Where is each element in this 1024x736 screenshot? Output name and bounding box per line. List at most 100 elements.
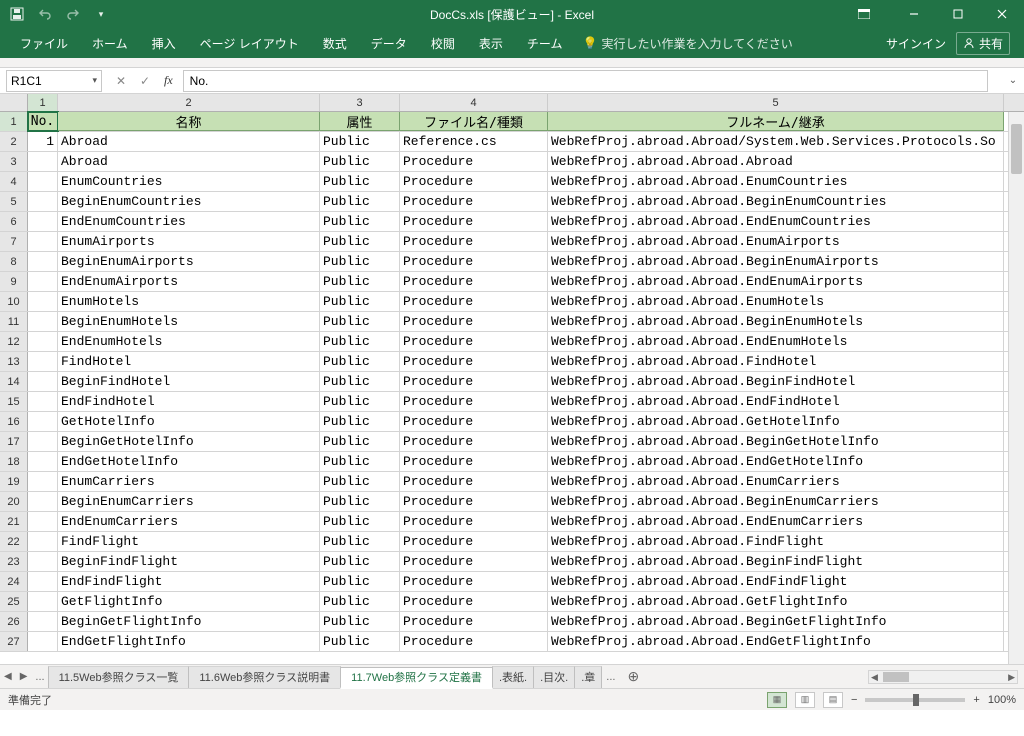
cell[interactable]: ファイル名/種類	[400, 112, 548, 131]
row-header[interactable]: 11	[0, 312, 28, 331]
row-header[interactable]: 19	[0, 472, 28, 491]
zoom-slider[interactable]	[865, 698, 965, 702]
cell[interactable]: Procedure	[400, 312, 548, 331]
cell[interactable]: WebRefProj.abroad.Abroad.EndEnumCountrie…	[548, 212, 1004, 231]
cell[interactable]: Public	[320, 412, 400, 431]
sheet-tab-active[interactable]: 11.7Web参照クラス定義書	[340, 667, 493, 689]
tab-overflow-left[interactable]: ...	[31, 671, 48, 683]
cell[interactable]	[28, 552, 58, 571]
cell-active[interactable]: No.	[28, 112, 58, 131]
cell[interactable]	[28, 192, 58, 211]
cell[interactable]: Abroad	[58, 132, 320, 151]
cell[interactable]: EndEnumCarriers	[58, 512, 320, 531]
cell[interactable]: Procedure	[400, 352, 548, 371]
row-header[interactable]: 2	[0, 132, 28, 151]
scrollbar-thumb[interactable]	[1011, 124, 1022, 174]
cell[interactable]: BeginEnumHotels	[58, 312, 320, 331]
redo-icon[interactable]	[62, 3, 84, 25]
cell[interactable]: Procedure	[400, 452, 548, 471]
tell-me-search[interactable]: 💡 実行したい作業を入力してください	[574, 35, 800, 52]
cell[interactable]	[28, 592, 58, 611]
row-header[interactable]: 8	[0, 252, 28, 271]
cell[interactable]: Procedure	[400, 152, 548, 171]
cell[interactable]: Procedure	[400, 332, 548, 351]
cell[interactable]: WebRefProj.abroad.Abroad.BeginEnumHotels	[548, 312, 1004, 331]
tab-data[interactable]: データ	[359, 28, 419, 58]
cell[interactable]: Public	[320, 612, 400, 631]
cell[interactable]: WebRefProj.abroad.Abroad.GetHotelInfo	[548, 412, 1004, 431]
cell[interactable]	[28, 472, 58, 491]
col-header[interactable]: 4	[400, 94, 548, 111]
row-header[interactable]: 13	[0, 352, 28, 371]
cell[interactable]: Public	[320, 632, 400, 651]
cell[interactable]: Public	[320, 192, 400, 211]
col-header[interactable]: 3	[320, 94, 400, 111]
cell[interactable]: BeginFindFlight	[58, 552, 320, 571]
ribbon-display-icon[interactable]	[842, 0, 886, 28]
zoom-thumb[interactable]	[913, 694, 919, 706]
cell[interactable]: Procedure	[400, 172, 548, 191]
sheet-tab[interactable]: 11.5Web参照クラス一覧	[48, 666, 190, 688]
worksheet-grid[interactable]: 1 2 3 4 5 1No.名称属性ファイル名/種類フルネーム/継承21Abro…	[0, 94, 1024, 664]
tab-home[interactable]: ホーム	[80, 28, 140, 58]
cell[interactable]: WebRefProj.abroad.Abroad.EndEnumHotels	[548, 332, 1004, 351]
signin-link[interactable]: サインイン	[886, 35, 946, 52]
cell[interactable]: WebRefProj.abroad.Abroad.BeginEnumCarrie…	[548, 492, 1004, 511]
cell[interactable]: EndEnumHotels	[58, 332, 320, 351]
cell[interactable]: Procedure	[400, 252, 548, 271]
cell[interactable]: WebRefProj.abroad.Abroad/System.Web.Serv…	[548, 132, 1004, 151]
tab-nav-prev-icon[interactable]: ◀	[0, 671, 16, 682]
close-icon[interactable]	[980, 0, 1024, 28]
cell[interactable]: BeginGetHotelInfo	[58, 432, 320, 451]
cell[interactable]: FindHotel	[58, 352, 320, 371]
cell[interactable]: Procedure	[400, 512, 548, 531]
cell[interactable]: Public	[320, 472, 400, 491]
horizontal-scrollbar[interactable]: ◀ ▶	[868, 670, 1018, 684]
cell[interactable]: Procedure	[400, 412, 548, 431]
cell[interactable]: Procedure	[400, 272, 548, 291]
sheet-tab[interactable]: .章	[574, 666, 602, 688]
row-header[interactable]: 26	[0, 612, 28, 631]
row-header[interactable]: 20	[0, 492, 28, 511]
cell[interactable]: WebRefProj.abroad.Abroad.BeginGetHotelIn…	[548, 432, 1004, 451]
cell[interactable]: Procedure	[400, 372, 548, 391]
cell[interactable]: Public	[320, 572, 400, 591]
tab-overflow-right[interactable]: ...	[602, 671, 619, 683]
row-header[interactable]: 1	[0, 112, 28, 131]
cell[interactable]: EndFindFlight	[58, 572, 320, 591]
cell[interactable]: WebRefProj.abroad.Abroad.BeginFindFlight	[548, 552, 1004, 571]
row-header[interactable]: 9	[0, 272, 28, 291]
cell[interactable]: WebRefProj.abroad.Abroad.EndGetHotelInfo	[548, 452, 1004, 471]
row-header[interactable]: 12	[0, 332, 28, 351]
row-header[interactable]: 5	[0, 192, 28, 211]
cell[interactable]: Procedure	[400, 192, 548, 211]
new-sheet-icon[interactable]: ⊕	[619, 668, 647, 685]
cell[interactable]: EnumAirports	[58, 232, 320, 251]
cell[interactable]: BeginGetFlightInfo	[58, 612, 320, 631]
cell[interactable]: Procedure	[400, 492, 548, 511]
cell[interactable]: WebRefProj.abroad.Abroad.Abroad	[548, 152, 1004, 171]
cell[interactable]: Public	[320, 432, 400, 451]
cell[interactable]: BeginEnumCarriers	[58, 492, 320, 511]
cell[interactable]: Procedure	[400, 552, 548, 571]
cell[interactable]	[28, 312, 58, 331]
normal-view-icon[interactable]: ▦	[767, 692, 787, 708]
zoom-out-icon[interactable]: −	[851, 694, 857, 706]
cell[interactable]: Public	[320, 452, 400, 471]
row-header[interactable]: 21	[0, 512, 28, 531]
zoom-in-icon[interactable]: +	[973, 694, 979, 706]
row-header[interactable]: 16	[0, 412, 28, 431]
row-header[interactable]: 6	[0, 212, 28, 231]
chevron-down-icon[interactable]: ▾	[92, 75, 97, 86]
cell[interactable]: WebRefProj.abroad.Abroad.EnumAirports	[548, 232, 1004, 251]
cell[interactable]: Public	[320, 392, 400, 411]
cell[interactable]: Procedure	[400, 632, 548, 651]
cell[interactable]: BeginEnumAirports	[58, 252, 320, 271]
cell[interactable]	[28, 492, 58, 511]
cell[interactable]: Public	[320, 492, 400, 511]
cell[interactable]: Public	[320, 512, 400, 531]
row-header[interactable]: 27	[0, 632, 28, 651]
cell[interactable]: WebRefProj.abroad.Abroad.BeginEnumAirpor…	[548, 252, 1004, 271]
col-header[interactable]: 2	[58, 94, 320, 111]
tab-page-layout[interactable]: ページ レイアウト	[188, 28, 311, 58]
